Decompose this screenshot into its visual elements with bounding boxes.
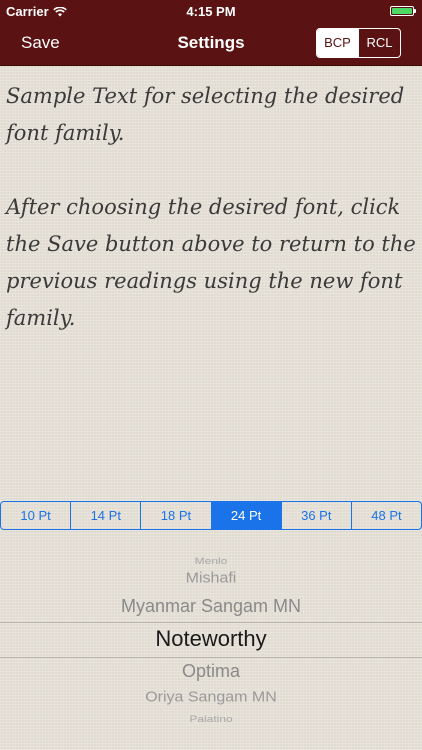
font-size-option-36[interactable]: 36 Pt	[280, 502, 351, 529]
sample-paragraph-1: Sample Text for selecting the desired fo…	[6, 84, 405, 145]
status-bar: Carrier 4:15 PM	[0, 0, 422, 22]
navigation-bar: Save Settings BCP RCL	[0, 22, 422, 66]
picker-item[interactable]: Palatino	[0, 713, 422, 724]
mode-segmented-control: BCP RCL	[316, 28, 401, 58]
mode-option-rcl[interactable]: RCL	[358, 29, 400, 57]
status-time: 4:15 PM	[186, 4, 236, 19]
battery-icon	[390, 6, 416, 16]
mode-option-bcp[interactable]: BCP	[317, 29, 358, 57]
font-size-option-24[interactable]: 24 Pt	[210, 502, 281, 529]
font-size-option-10[interactable]: 10 Pt	[1, 502, 70, 529]
picker-item-selected[interactable]: Noteworthy	[0, 626, 422, 652]
font-size-option-18[interactable]: 18 Pt	[140, 502, 210, 529]
sample-paragraph-2: After choosing the desired font, click t…	[6, 195, 416, 330]
sample-text: Sample Text for selecting the desired fo…	[6, 78, 416, 337]
picker-selection-line-top	[0, 622, 422, 623]
picker-item[interactable]: Mishafi	[0, 571, 422, 587]
picker-item[interactable]: Oriya Sangam MN	[0, 690, 422, 706]
picker-item[interactable]: Menlo	[0, 555, 422, 566]
picker-selection-line-bottom	[0, 657, 422, 658]
picker-item[interactable]: Myanmar Sangam MN	[0, 596, 422, 617]
font-family-picker[interactable]: Menlo Mishafi Myanmar Sangam MN Notewort…	[0, 540, 422, 750]
picker-item[interactable]: Optima	[0, 661, 422, 682]
font-size-option-14[interactable]: 14 Pt	[70, 502, 140, 529]
font-size-segmented-control: 10 Pt 14 Pt 18 Pt 24 Pt 36 Pt 48 Pt	[0, 501, 422, 530]
font-size-option-48[interactable]: 48 Pt	[350, 502, 421, 529]
save-button[interactable]: Save	[21, 33, 60, 53]
